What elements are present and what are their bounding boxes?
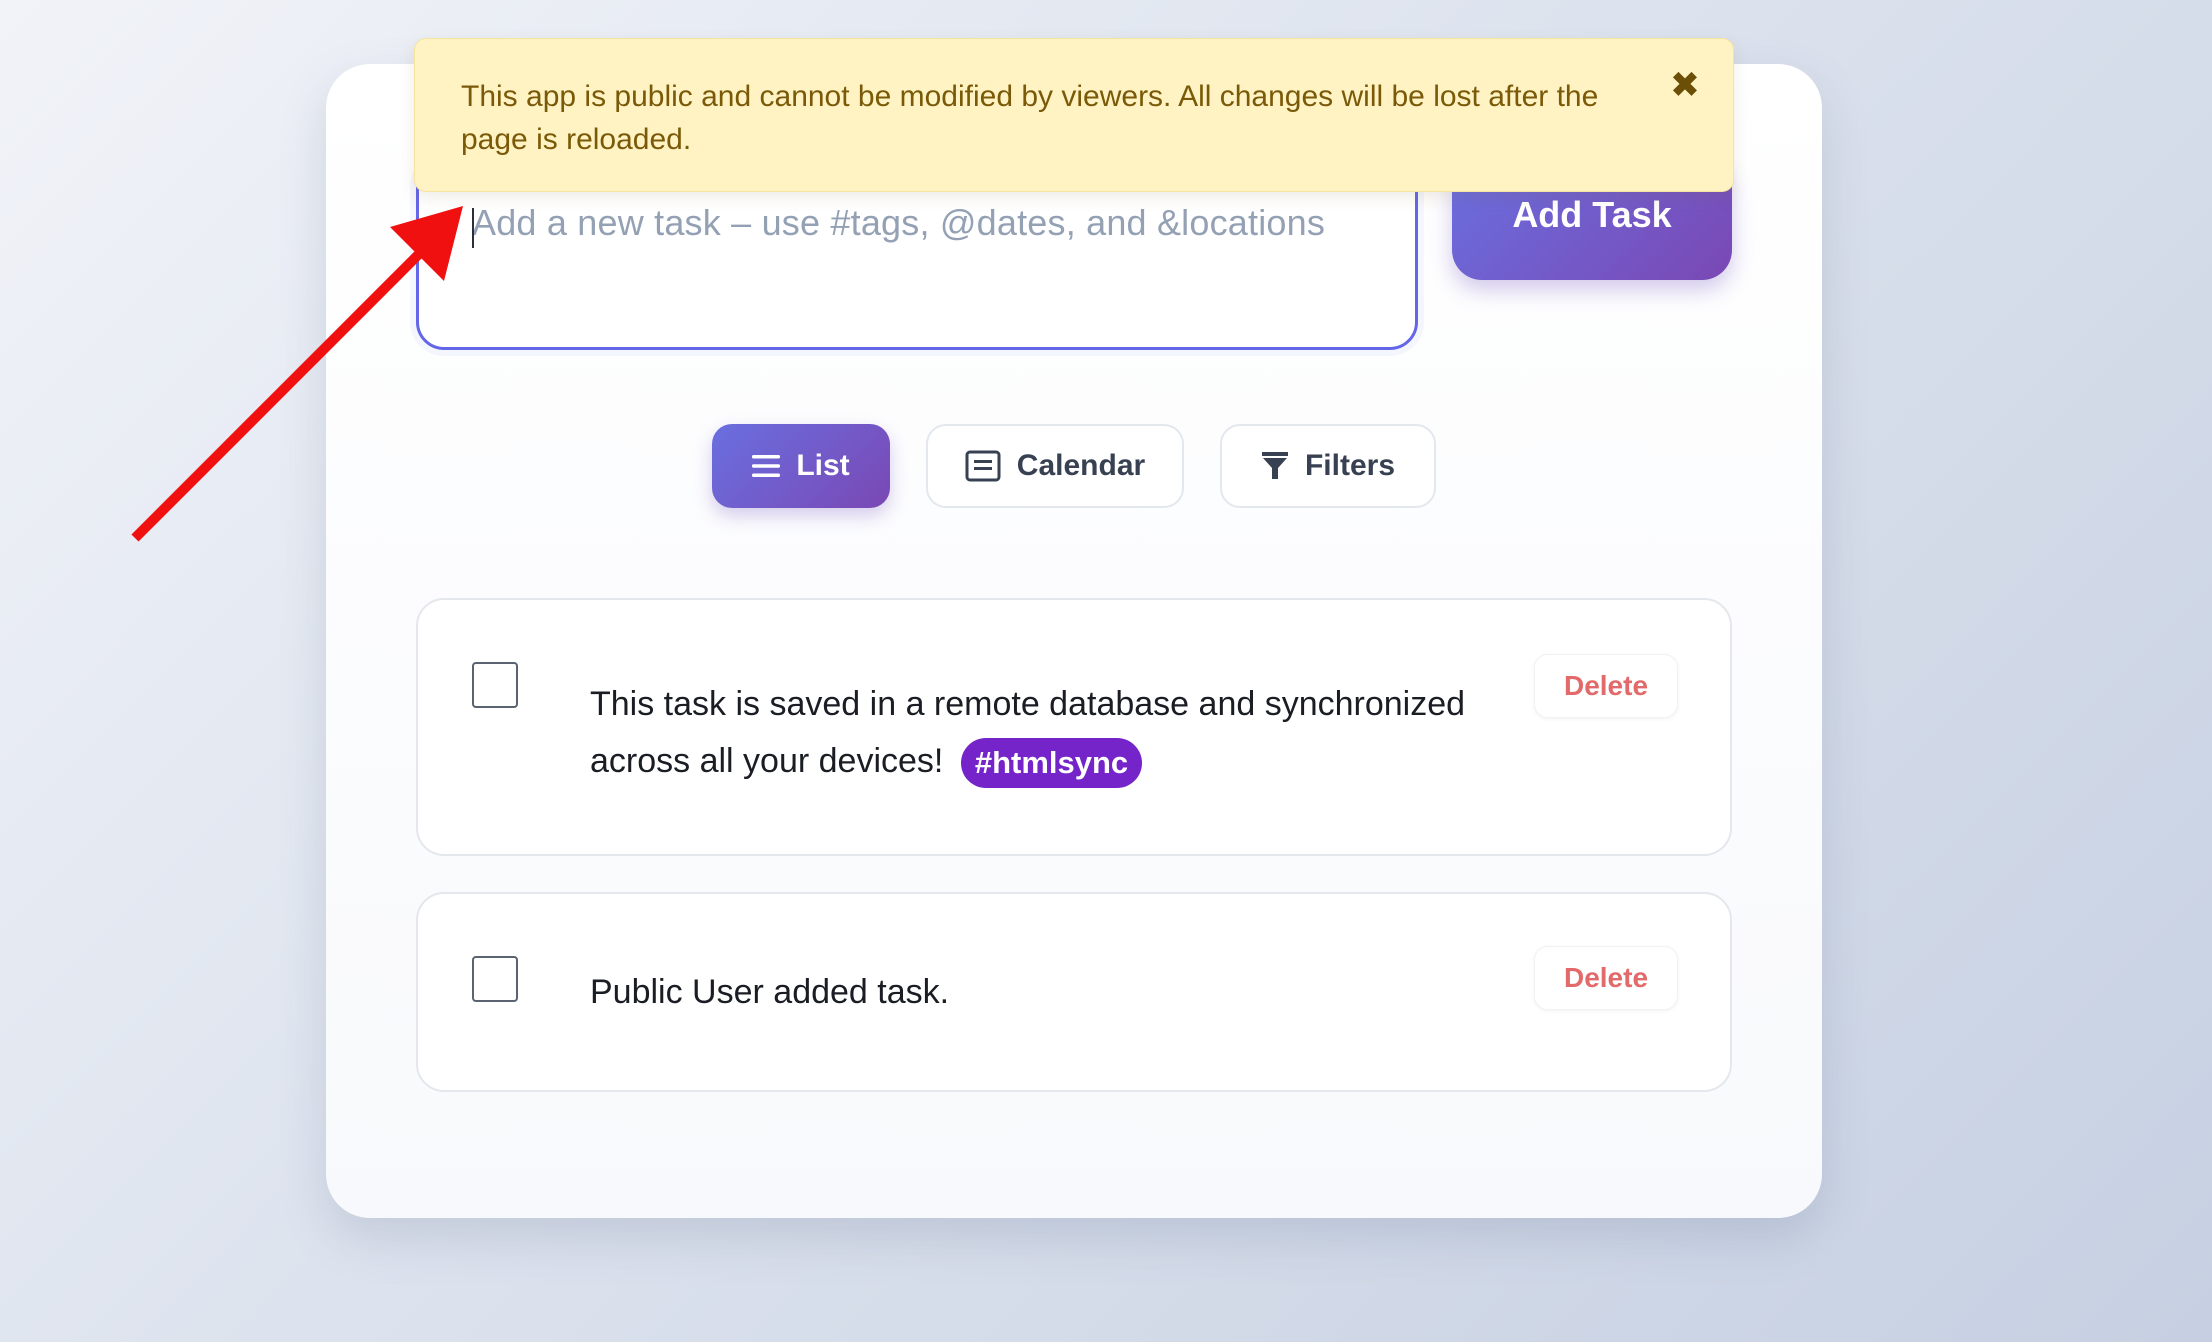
task-text: This task is saved in a remote database … <box>590 676 1470 790</box>
list-icon <box>752 454 781 478</box>
banner-message: This app is public and cannot be modifie… <box>461 80 1599 156</box>
delete-button[interactable]: Delete <box>1534 946 1678 1010</box>
close-icon[interactable]: ✖ <box>1665 64 1705 105</box>
funnel-icon <box>1261 451 1289 481</box>
list-view-label: List <box>796 449 850 482</box>
public-app-warning-banner: This app is public and cannot be modifie… <box>414 38 1734 192</box>
task-item: Public User added task. Delete <box>416 892 1732 1092</box>
task-tag[interactable]: #htmlsync <box>960 738 1143 789</box>
filters-button[interactable]: Filters <box>1220 424 1436 508</box>
text-caret <box>472 208 474 248</box>
calendar-icon <box>965 450 1001 482</box>
task-input-placeholder: Add a new task – use #tags, @dates, and … <box>472 202 1326 243</box>
calendar-view-button[interactable]: Calendar <box>926 424 1184 508</box>
calendar-view-label: Calendar <box>1016 449 1146 482</box>
task-text: Public User added task. <box>590 964 1470 1021</box>
list-view-button[interactable]: List <box>712 424 890 508</box>
filters-label: Filters <box>1304 449 1396 482</box>
task-text-content: Public User added task. <box>590 973 950 1011</box>
delete-button[interactable]: Delete <box>1534 654 1678 718</box>
task-checkbox[interactable] <box>472 662 518 708</box>
task-item: This task is saved in a remote database … <box>416 598 1732 856</box>
task-checkbox[interactable] <box>472 956 518 1002</box>
